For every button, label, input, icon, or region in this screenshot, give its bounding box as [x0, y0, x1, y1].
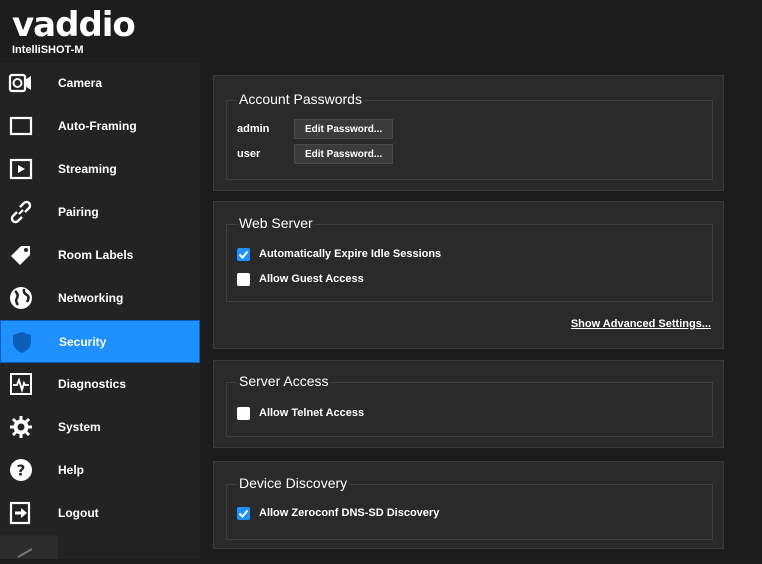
web-server-panel: Web Server Automatically Expire Idle Ses… [213, 201, 724, 349]
camera-icon [8, 73, 31, 93]
shield-icon [13, 332, 31, 353]
section-title: Server Access [237, 373, 331, 389]
checkmark-icon [238, 250, 249, 259]
sidebar-item-streaming[interactable]: Streaming [0, 148, 200, 191]
sidebar-item-label: Logout [58, 506, 99, 520]
checkmark-icon [238, 509, 249, 518]
play-icon [9, 158, 33, 180]
globe-icon [10, 287, 32, 309]
checkbox-unchecked[interactable] [237, 407, 250, 420]
section-title: Web Server [237, 215, 315, 231]
sidebar-item-system[interactable]: System [0, 406, 200, 449]
sidebar-item-label: Camera [58, 76, 103, 90]
sidebar-item-networking[interactable]: Networking [0, 277, 200, 320]
checkbox-label: Allow Telnet Access [259, 407, 365, 419]
logout-icon [9, 501, 31, 525]
sidebar-item-room-labels[interactable]: Room Labels [0, 234, 200, 277]
sidebar-item-label: Pairing [58, 205, 99, 219]
checkbox-label: Allow Zeroconf DNS-SD Discovery [259, 507, 440, 519]
sidebar-item-auto-framing[interactable]: Auto-Framing [0, 105, 200, 148]
pulse-icon [10, 373, 32, 395]
sidebar-collapse-handle[interactable] [0, 535, 58, 559]
app-header: vaddio IntelliSHOT-M [0, 0, 762, 62]
sidebar-item-pairing[interactable]: Pairing [0, 191, 200, 234]
collapse-arrow-icon [17, 548, 33, 558]
main-content: Account Passwords admin Edit Password...… [200, 62, 762, 559]
username-admin: admin [237, 123, 270, 135]
sidebar-item-label: Help [58, 463, 85, 477]
edit-admin-password-button[interactable]: Edit Password... [294, 119, 394, 139]
device-discovery-group: Device Discovery Allow Zeroconf DNS-SD D… [226, 475, 713, 540]
web-server-group: Web Server Automatically Expire Idle Ses… [226, 215, 713, 302]
vaddio-logo: vaddio [12, 6, 136, 44]
device-discovery-panel: Device Discovery Allow Zeroconf DNS-SD D… [213, 461, 724, 549]
section-title: Account Passwords [237, 91, 364, 107]
sidebar-item-label: System [58, 420, 101, 434]
server-access-group: Server Access Allow Telnet Access [226, 373, 713, 437]
tag-icon [11, 246, 30, 265]
help-icon: ? [10, 459, 32, 481]
frame-icon [9, 116, 33, 136]
checkbox-label: Allow Guest Access [259, 273, 364, 285]
sidebar-item-label: Networking [58, 291, 124, 305]
checkbox-unchecked[interactable] [237, 273, 250, 286]
edit-user-password-button[interactable]: Edit Password... [294, 144, 394, 164]
sidebar-item-security[interactable]: Security [0, 320, 200, 363]
link-icon [10, 200, 32, 224]
account-passwords-panel: Account Passwords admin Edit Password...… [213, 75, 724, 191]
checkbox-checked[interactable] [237, 248, 250, 261]
sidebar-item-logout[interactable]: Logout [0, 492, 200, 535]
account-passwords-group: Account Passwords admin Edit Password...… [226, 91, 713, 180]
checkbox-checked[interactable] [237, 507, 250, 520]
sidebar-item-label: Security [59, 335, 107, 349]
gear-icon [10, 416, 32, 438]
sidebar-item-label: Auto-Framing [58, 119, 137, 133]
section-title: Device Discovery [237, 475, 350, 491]
sidebar-item-label: Diagnostics [58, 377, 127, 391]
svg-text:?: ? [17, 462, 26, 480]
sidebar-item-label: Streaming [58, 162, 117, 176]
brand-wordmark: vaddio [12, 6, 135, 44]
username-user: user [237, 148, 261, 160]
server-access-panel: Server Access Allow Telnet Access [213, 360, 724, 448]
sidebar-item-help[interactable]: ? Help [0, 449, 200, 492]
show-advanced-settings-link[interactable]: Show Advanced Settings... [571, 318, 711, 330]
checkbox-label: Automatically Expire Idle Sessions [259, 248, 442, 260]
sidebar-item-diagnostics[interactable]: Diagnostics [0, 363, 200, 406]
model-name: IntelliSHOT-M [12, 44, 84, 56]
sidebar-item-camera[interactable]: Camera [0, 62, 200, 105]
sidebar-nav: Camera Auto-Framing Streaming Pairing Ro… [0, 62, 200, 559]
sidebar-item-label: Room Labels [58, 248, 134, 262]
